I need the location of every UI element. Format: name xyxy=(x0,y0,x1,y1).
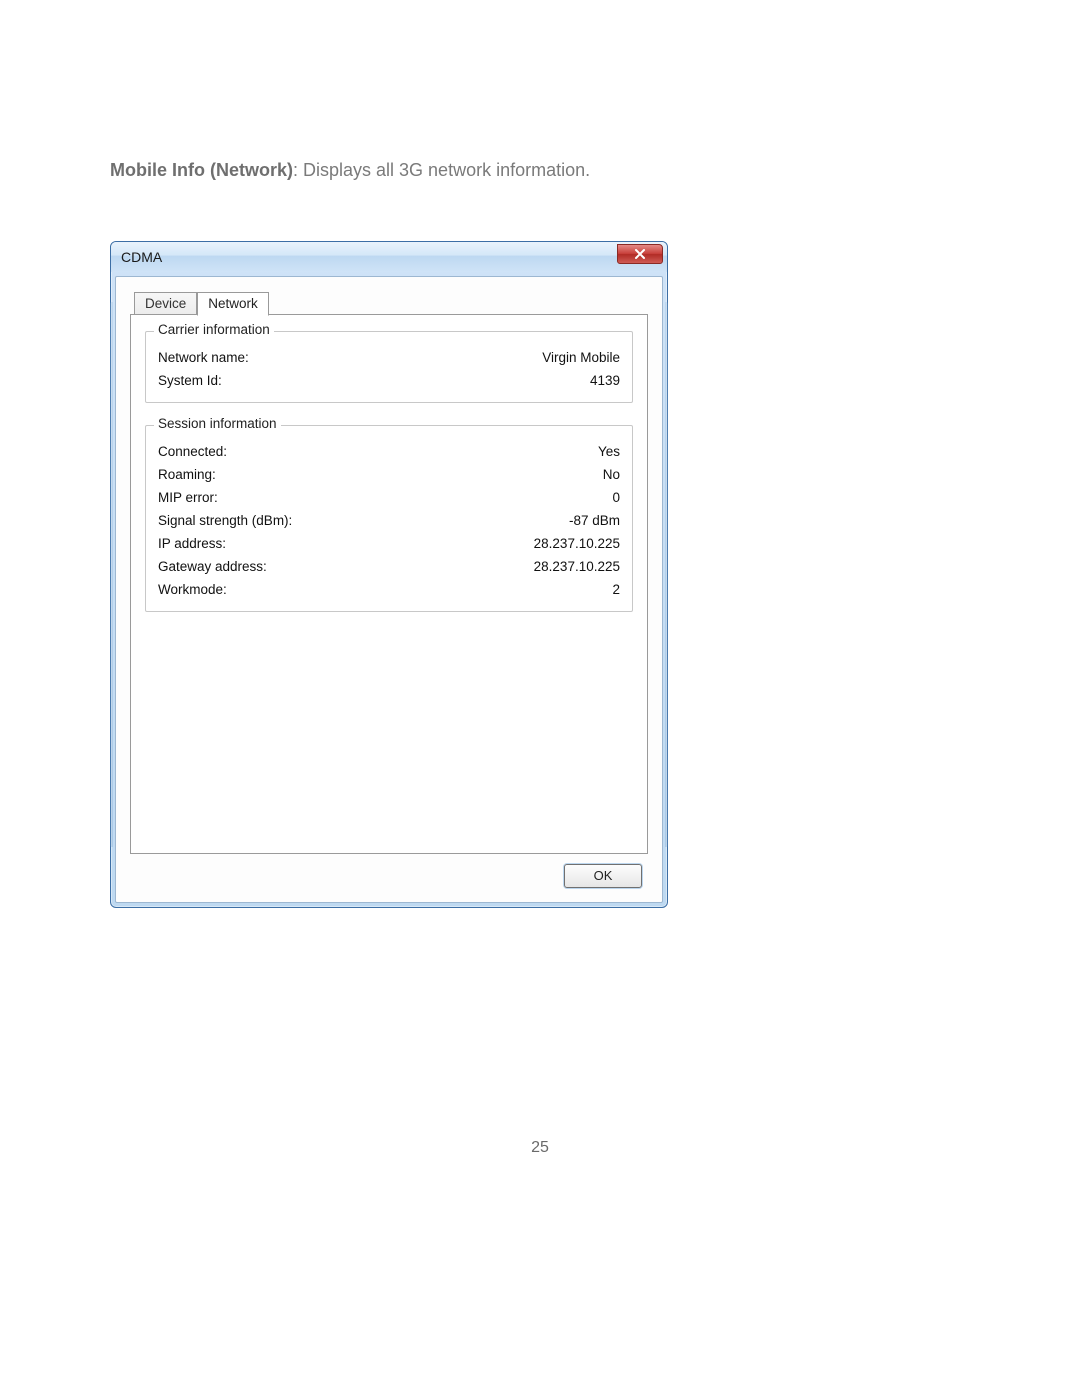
row-ip-address: IP address: 28.237.10.225 xyxy=(158,532,620,555)
value-network-name: Virgin Mobile xyxy=(542,350,620,365)
titlebar: CDMA xyxy=(111,242,667,272)
value-gateway-address: 28.237.10.225 xyxy=(534,559,620,574)
value-mip-error: 0 xyxy=(612,490,620,505)
label-gateway-address: Gateway address: xyxy=(158,559,267,574)
row-signal-strength: Signal strength (dBm): -87 dBm xyxy=(158,509,620,532)
page-number: 25 xyxy=(0,1139,1080,1157)
close-button[interactable] xyxy=(617,244,663,264)
label-connected: Connected: xyxy=(158,444,227,459)
doc-heading-rest: : Displays all 3G network information. xyxy=(293,160,590,180)
group-carrier-legend: Carrier information xyxy=(154,322,274,337)
row-network-name: Network name: Virgin Mobile xyxy=(158,346,620,369)
label-workmode: Workmode: xyxy=(158,582,227,597)
value-connected: Yes xyxy=(598,444,620,459)
value-signal-strength: -87 dBm xyxy=(569,513,620,528)
label-system-id: System Id: xyxy=(158,373,222,388)
window-title: CDMA xyxy=(121,249,162,265)
tab-strip: Device Network xyxy=(130,291,648,315)
row-mip-error: MIP error: 0 xyxy=(158,486,620,509)
label-network-name: Network name: xyxy=(158,350,249,365)
dialog-window: CDMA Device Network Carrier information … xyxy=(110,241,668,908)
label-mip-error: MIP error: xyxy=(158,490,218,505)
doc-heading-bold: Mobile Info (Network) xyxy=(110,160,293,180)
value-workmode: 2 xyxy=(612,582,620,597)
value-roaming: No xyxy=(603,467,620,482)
dialog-client-area: Device Network Carrier information Netwo… xyxy=(115,276,663,903)
label-roaming: Roaming: xyxy=(158,467,216,482)
doc-heading: Mobile Info (Network): Displays all 3G n… xyxy=(110,160,970,181)
value-system-id: 4139 xyxy=(590,373,620,388)
tab-network[interactable]: Network xyxy=(197,292,269,316)
row-gateway-address: Gateway address: 28.237.10.225 xyxy=(158,555,620,578)
tab-panel-network: Carrier information Network name: Virgin… xyxy=(130,314,648,854)
row-connected: Connected: Yes xyxy=(158,440,620,463)
row-roaming: Roaming: No xyxy=(158,463,620,486)
dialog-footer: OK xyxy=(130,854,648,892)
label-signal-strength: Signal strength (dBm): xyxy=(158,513,292,528)
ok-button[interactable]: OK xyxy=(564,864,642,888)
group-session-information: Session information Connected: Yes Roami… xyxy=(145,425,633,612)
row-system-id: System Id: 4139 xyxy=(158,369,620,392)
close-icon xyxy=(634,249,646,259)
row-workmode: Workmode: 2 xyxy=(158,578,620,601)
group-session-legend: Session information xyxy=(154,416,281,431)
value-ip-address: 28.237.10.225 xyxy=(534,536,620,551)
tab-device[interactable]: Device xyxy=(134,292,197,316)
group-carrier-information: Carrier information Network name: Virgin… xyxy=(145,331,633,403)
label-ip-address: IP address: xyxy=(158,536,226,551)
